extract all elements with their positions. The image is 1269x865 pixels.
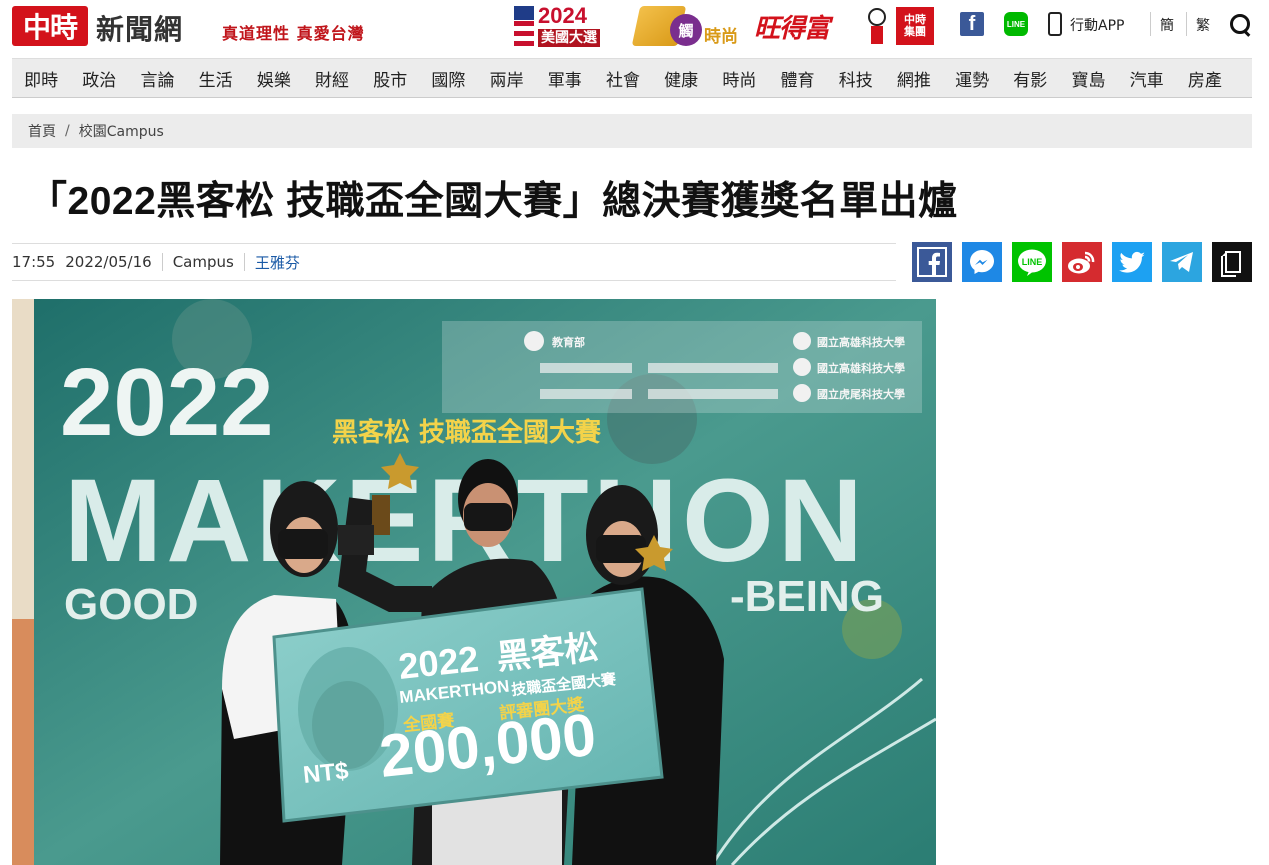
group-promo-link[interactable]: 中時 集團 bbox=[862, 4, 936, 48]
breadcrumb-divider: / bbox=[65, 123, 70, 139]
mobile-phone-icon[interactable] bbox=[1048, 12, 1062, 36]
election-label: 美國大選 bbox=[538, 29, 600, 47]
nav-item[interactable]: 寶島 bbox=[1059, 66, 1117, 91]
nav-item[interactable]: 言論 bbox=[128, 66, 186, 91]
sponsor-1: 國立高雄科技大學 bbox=[817, 335, 905, 349]
nav-item[interactable]: 政治 bbox=[70, 66, 128, 91]
facebook-icon bbox=[917, 247, 947, 277]
line-icon: LINE bbox=[1018, 249, 1046, 276]
weibo-icon bbox=[1068, 251, 1095, 274]
divider bbox=[1150, 12, 1151, 36]
nav-item[interactable]: 財經 bbox=[303, 66, 361, 91]
nav-item[interactable]: 有影 bbox=[1001, 66, 1059, 91]
site-logo-text[interactable]: 新聞網 bbox=[96, 8, 183, 48]
article-date: 2022/05/16 bbox=[65, 253, 152, 271]
telegram-share-button[interactable] bbox=[1162, 242, 1202, 282]
sign-currency: NT$ bbox=[302, 757, 351, 789]
sponsor-logos: 教育部 國立高雄科技大學 國立高雄科技大學 國立虎尾科技大學 bbox=[442, 321, 922, 413]
messenger-share-button[interactable] bbox=[962, 242, 1002, 282]
nav-item[interactable]: 運勢 bbox=[943, 66, 1001, 91]
svg-text:教育部: 教育部 bbox=[551, 335, 585, 349]
nav-item[interactable]: 網推 bbox=[885, 66, 943, 91]
backdrop-sub-left: GOOD bbox=[64, 580, 198, 629]
fashion-label: 時尚 bbox=[704, 27, 738, 47]
article-author[interactable]: 王雅芬 bbox=[255, 252, 300, 273]
us-flag-icon bbox=[514, 6, 534, 46]
nav-item[interactable]: 健康 bbox=[652, 66, 710, 91]
weibo-share-button[interactable] bbox=[1062, 242, 1102, 282]
nav-item[interactable]: 即時 bbox=[12, 66, 70, 91]
election-promo-link[interactable]: 2024 美國大選 bbox=[514, 4, 618, 48]
divider bbox=[243, 253, 245, 271]
article-title: 「2022黑客松 技職盃全國大賽」總決賽獲獎名單出爐 bbox=[28, 180, 958, 223]
nav-item[interactable]: 房產 bbox=[1176, 66, 1234, 91]
copy-link-button[interactable] bbox=[1212, 242, 1252, 282]
facebook-icon[interactable]: f bbox=[960, 12, 984, 36]
share-bar: LINE bbox=[912, 242, 1252, 282]
search-icon[interactable] bbox=[1230, 14, 1252, 36]
sign-year: 2022 bbox=[397, 638, 481, 687]
nav-item[interactable]: 時尚 bbox=[710, 66, 768, 91]
article-meta: 17:55 2022/05/16 Campus 王雅芬 bbox=[12, 243, 896, 281]
nav-item[interactable]: 國際 bbox=[419, 66, 477, 91]
sponsor-3: 國立虎尾科技大學 bbox=[817, 387, 905, 401]
article-time: 17:55 bbox=[12, 253, 56, 271]
article-photo: 教育部 國立高雄科技大學 國立高雄科技大學 國立虎尾科技大學 2022 黑客松 … bbox=[12, 299, 936, 865]
breadcrumb-section[interactable]: 校園Campus bbox=[79, 121, 164, 141]
mascot-icon bbox=[862, 6, 892, 46]
divider bbox=[1186, 12, 1187, 36]
lang-simplified-button[interactable]: 簡 bbox=[1160, 15, 1174, 35]
site-logo[interactable]: 中時 bbox=[12, 6, 88, 46]
line-share-button[interactable]: LINE bbox=[1012, 242, 1052, 282]
site-slogan: 真道理性 真愛台灣 bbox=[222, 24, 365, 43]
lang-traditional-button[interactable]: 繁 bbox=[1196, 15, 1210, 35]
nav-item[interactable]: 兩岸 bbox=[478, 66, 536, 91]
messenger-icon bbox=[970, 250, 994, 274]
nav-item[interactable]: 社會 bbox=[594, 66, 652, 91]
divider bbox=[161, 253, 163, 271]
twitter-icon bbox=[1119, 251, 1145, 273]
nav-item[interactable]: 汽車 bbox=[1118, 66, 1176, 91]
main-nav: 即時 政治 言論 生活 娛樂 財經 股市 國際 兩岸 軍事 社會 健康 時尚 體… bbox=[12, 58, 1252, 98]
nav-item[interactable]: 娛樂 bbox=[245, 66, 303, 91]
twitter-share-button[interactable] bbox=[1112, 242, 1152, 282]
group-badge: 中時 集團 bbox=[896, 7, 934, 45]
wang-label: 旺得富 bbox=[754, 13, 830, 44]
sponsor-2: 國立高雄科技大學 bbox=[817, 361, 905, 375]
svg-text:LINE: LINE bbox=[1022, 257, 1043, 267]
breadcrumb: 首頁 / 校園Campus bbox=[12, 114, 1252, 148]
wang-promo-link[interactable]: 旺得富 bbox=[754, 4, 850, 48]
nav-item[interactable]: 體育 bbox=[768, 66, 826, 91]
backdrop-sub-right: -BEING bbox=[730, 572, 884, 621]
line-icon[interactable]: LINE bbox=[1004, 12, 1028, 36]
nav-item[interactable]: 股市 bbox=[361, 66, 419, 91]
backdrop-event-cn: 黑客松 技職盃全國大賽 bbox=[332, 417, 602, 448]
breadcrumb-home[interactable]: 首頁 bbox=[28, 121, 56, 141]
mobile-app-link[interactable]: 行動APP bbox=[1070, 15, 1124, 35]
telegram-icon bbox=[1170, 252, 1193, 272]
article-category[interactable]: Campus bbox=[173, 253, 234, 271]
facebook-share-button[interactable] bbox=[912, 242, 952, 282]
nav-item[interactable]: 軍事 bbox=[536, 66, 594, 91]
site-header: 中時 新聞網 真道理性 真愛台灣 2024 美國大選 觸 時尚 旺得富 中時 集… bbox=[0, 0, 1269, 52]
copy-icon bbox=[1221, 251, 1241, 277]
fashion-badge: 觸 bbox=[670, 14, 702, 46]
backdrop-year: 2022 bbox=[60, 349, 274, 456]
nav-item[interactable]: 生活 bbox=[187, 66, 245, 91]
nav-item[interactable]: 科技 bbox=[827, 66, 885, 91]
election-year: 2024 bbox=[538, 3, 587, 28]
